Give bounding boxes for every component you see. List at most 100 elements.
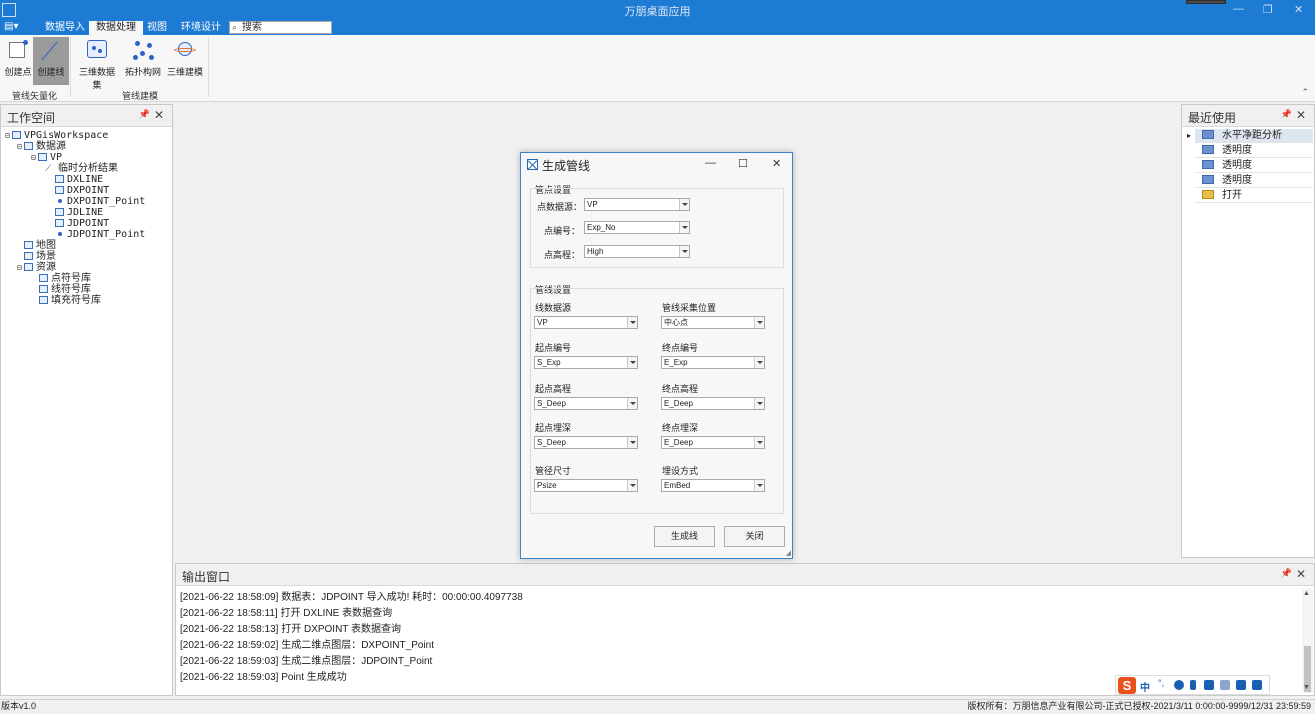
tree-node[interactable]: JDPOINT <box>55 218 109 229</box>
tree-node[interactable]: JDPOINT_Point <box>55 229 145 240</box>
chevron-down-icon <box>754 398 764 409</box>
toolbox-icon[interactable] <box>1252 680 1262 690</box>
start-elev-label: 起点高程 <box>535 384 572 394</box>
restore-icon[interactable]: ❐ <box>1263 3 1273 16</box>
tree-node[interactable]: 线符号库 <box>39 284 91 295</box>
chevron-down-icon <box>627 317 637 328</box>
analysis-icon: ⟋ <box>45 164 52 174</box>
emoji-icon[interactable] <box>1174 680 1184 690</box>
create-point-button[interactable]: 创建点 <box>0 37 36 85</box>
chevron-down-icon <box>679 222 689 233</box>
start-id-select[interactable]: S_Exp <box>534 356 638 369</box>
chevron-down-icon <box>754 317 764 328</box>
line-source-select[interactable]: VP <box>534 316 638 329</box>
size-select[interactable]: Psize <box>534 479 638 492</box>
create-point-icon <box>6 39 30 61</box>
end-depth-select[interactable]: E_Deep <box>661 436 765 449</box>
close-icon[interactable]: ✕ <box>772 157 781 170</box>
minimize-icon[interactable]: — <box>1233 3 1244 15</box>
close-icon[interactable]: ✕ <box>1296 108 1306 122</box>
collect-pos-select[interactable]: 中心点 <box>661 316 765 329</box>
tab-data-processing[interactable]: 数据处理 <box>89 21 143 35</box>
file-menu-icon[interactable]: ▤▾ <box>4 21 30 34</box>
recent-item[interactable]: 打开 <box>1195 189 1313 203</box>
scroll-up-icon[interactable]: ▲ <box>1303 590 1310 597</box>
user-icon[interactable] <box>1220 680 1230 690</box>
tree-node[interactable]: ⊟ VP <box>31 152 62 163</box>
tree-node[interactable]: ⊟ 数据源 <box>17 141 66 152</box>
ribbon-separator <box>208 37 209 97</box>
tree-node[interactable]: 填充符号库 <box>39 295 101 306</box>
line-source-label: 线数据源 <box>535 303 572 313</box>
microphone-icon[interactable] <box>1190 680 1196 690</box>
tree-node[interactable]: DXPOINT_Point <box>55 196 145 207</box>
generate-line-button[interactable]: 生成线 <box>654 526 715 547</box>
3d-modeling-button[interactable]: 三维建模 <box>166 37 204 85</box>
punctuation-icon[interactable]: °, <box>1158 678 1168 688</box>
memory-indicator <box>1186 0 1226 4</box>
recent-title: 最近使用 <box>1188 111 1237 125</box>
pin-icon[interactable]: 📌 <box>1281 109 1292 120</box>
output-scrollbar[interactable]: ▲ ▼ <box>1302 588 1313 693</box>
point-datasource-select[interactable]: VP <box>584 198 690 211</box>
skin-icon[interactable] <box>1236 680 1246 690</box>
ribbon-tab-bar: ▤▾ 数据导入 数据处理 视图 环境设计 ⌕ 搜索 <box>0 20 1315 35</box>
search-input[interactable]: ⌕ 搜索 <box>229 21 332 34</box>
recent-item[interactable]: 透明度 <box>1195 159 1313 173</box>
tab-environment-design[interactable]: 环境设计 <box>174 21 228 35</box>
dialog-title: 生成管线 <box>542 159 591 173</box>
tree-node[interactable]: DXPOINT <box>55 185 109 196</box>
tree-node[interactable]: ⊟ VPGisWorkspace <box>5 130 108 141</box>
keyboard-icon[interactable] <box>1204 680 1214 690</box>
point-datasource-label: 点数据源： <box>537 202 583 212</box>
chevron-down-icon <box>679 199 689 210</box>
ime-mode[interactable]: 中 <box>1140 679 1150 694</box>
table-icon <box>55 208 64 216</box>
output-log: [2021-06-22 18:58:09] 数据表：JDPOINT 导入成功! … <box>180 590 1300 686</box>
tab-data-import[interactable]: 数据导入 <box>38 21 92 35</box>
close-button[interactable]: 关闭 <box>724 526 785 547</box>
maximize-icon[interactable]: ☐ <box>738 157 748 170</box>
point-elev-select[interactable]: High <box>584 245 690 258</box>
collapse-ribbon-icon[interactable]: ⌃ <box>1301 87 1309 98</box>
3d-dataset-button[interactable]: 三维数据集 <box>76 37 118 90</box>
lay-select[interactable]: EmBed <box>661 479 765 492</box>
scroll-down-icon[interactable]: ▼ <box>1303 684 1310 691</box>
chevron-down-icon <box>627 437 637 448</box>
create-line-button[interactable]: 创建线 <box>33 37 69 85</box>
end-id-select[interactable]: E_Exp <box>661 356 765 369</box>
close-icon[interactable]: ✕ <box>1296 567 1306 581</box>
tree-node[interactable]: DXLINE <box>55 174 103 185</box>
3d-dataset-icon <box>85 39 109 61</box>
close-icon[interactable]: ✕ <box>1294 3 1303 16</box>
pin-icon[interactable]: 📌 <box>139 109 150 120</box>
generate-pipeline-dialog: 生成管线 — ☐ ✕ 管点设置 点数据源： VP 点编号： Exp_No 点高程… <box>520 152 793 559</box>
datasource-icon <box>24 142 33 150</box>
workspace-header: 工作空间 📌 ✕ <box>1 105 172 127</box>
point-id-select[interactable]: Exp_No <box>584 221 690 234</box>
chevron-down-icon <box>754 480 764 491</box>
sogou-logo-icon[interactable]: S <box>1118 677 1136 694</box>
minimize-icon[interactable]: — <box>705 157 716 169</box>
chevron-down-icon <box>754 437 764 448</box>
end-elev-select[interactable]: E_Deep <box>661 397 765 410</box>
recent-item[interactable]: 透明度 <box>1195 174 1313 188</box>
close-icon[interactable]: ✕ <box>154 108 164 122</box>
tree-node[interactable]: ⊟ 资源 <box>17 262 56 273</box>
recent-item[interactable]: 水平净距分析 <box>1195 129 1313 143</box>
start-elev-select[interactable]: S_Deep <box>534 397 638 410</box>
topology-network-button[interactable]: 拓扑构网 <box>124 37 162 85</box>
tree-node[interactable]: JDLINE <box>55 207 103 218</box>
database-icon <box>38 153 47 161</box>
start-depth-select[interactable]: S_Deep <box>534 436 638 449</box>
tab-view[interactable]: 视图 <box>140 21 174 35</box>
pin-icon[interactable]: 📌 <box>1281 568 1292 579</box>
resize-grip-icon[interactable]: ◢ <box>786 549 791 557</box>
end-elev-label: 终点高程 <box>662 384 699 394</box>
resource-icon <box>24 263 33 271</box>
tree-node[interactable]: 点符号库 <box>39 273 91 284</box>
scene-icon <box>24 252 33 260</box>
tree-node[interactable]: 场景 <box>24 251 56 262</box>
recent-item[interactable]: 透明度 <box>1195 144 1313 158</box>
tree-node[interactable]: 地图 <box>24 240 56 251</box>
